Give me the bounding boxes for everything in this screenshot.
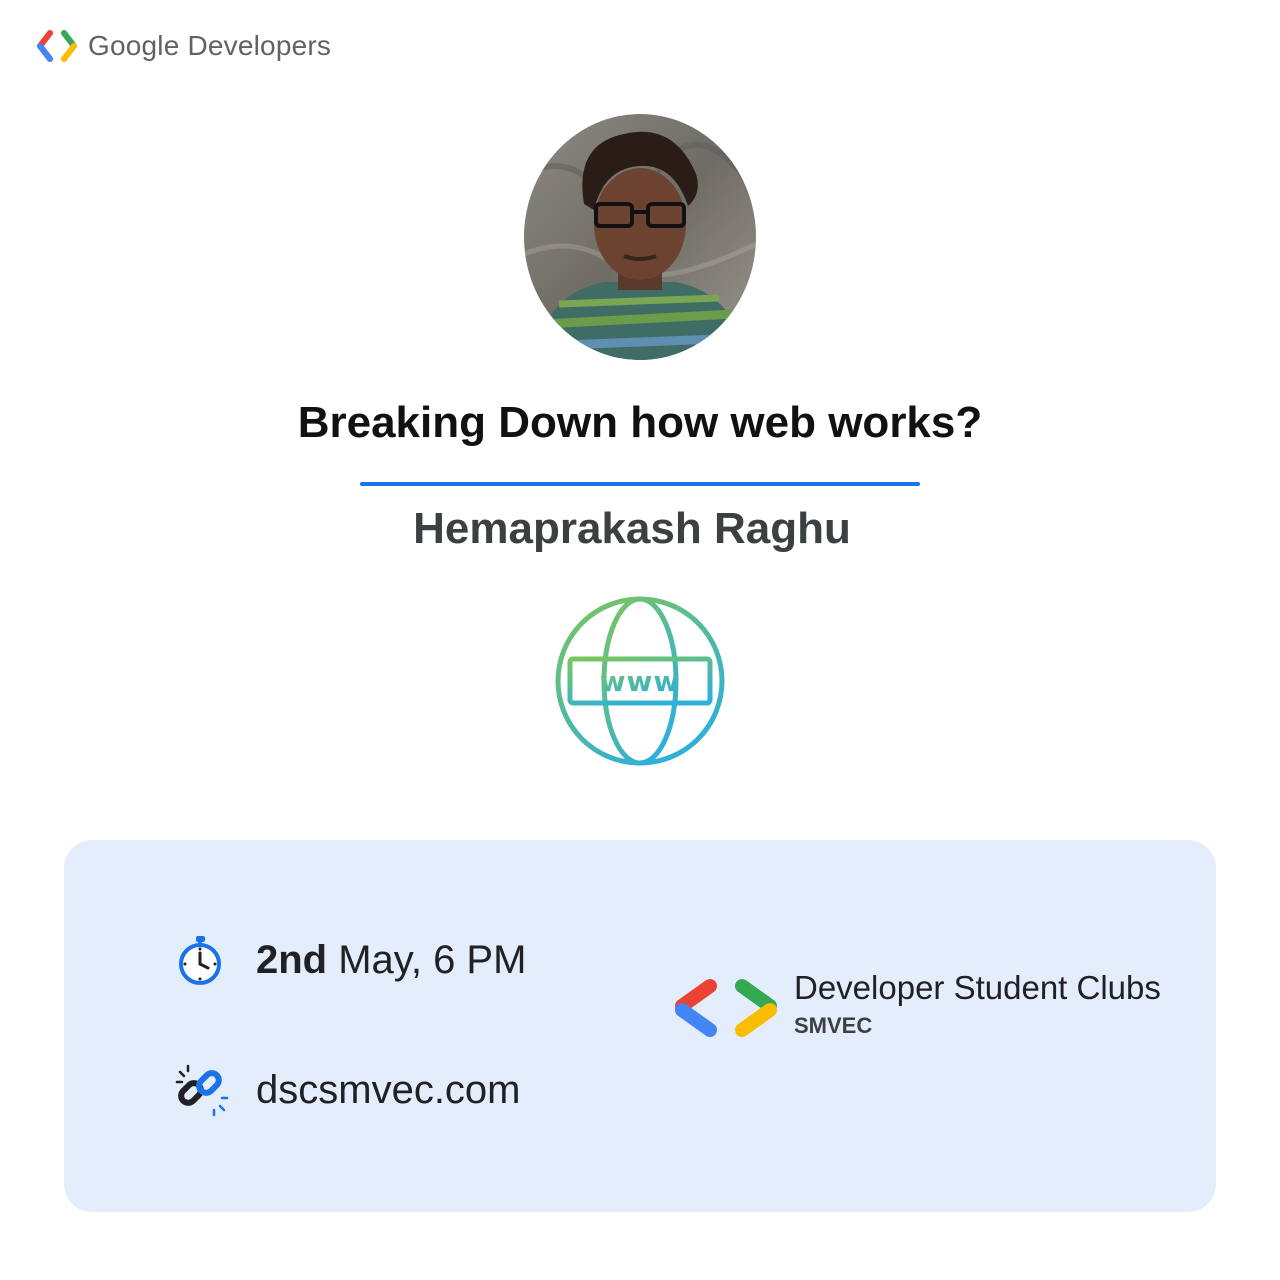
google-developers-logo-icon bbox=[37, 30, 77, 62]
globe-www-icon: www bbox=[555, 596, 725, 766]
event-link[interactable]: dscsmvec.com bbox=[256, 1068, 521, 1113]
date-row: 2nd May, 6 PM bbox=[174, 932, 526, 988]
speaker-name: Hemaprakash Raghu bbox=[413, 504, 851, 553]
link-row[interactable]: dscsmvec.com bbox=[174, 1062, 521, 1118]
stopwatch-icon bbox=[179, 936, 221, 985]
talk-title: Breaking Down how web works? bbox=[297, 398, 983, 447]
speaker-avatar bbox=[524, 114, 756, 360]
club-text: Developer Student Clubs SMVEC bbox=[794, 969, 1161, 1039]
club-badge: Developer Student Clubs SMVEC bbox=[670, 969, 1161, 1040]
link-icon bbox=[175, 1064, 229, 1117]
brand: Google Developers bbox=[36, 28, 331, 64]
event-date-day: 2nd bbox=[256, 937, 328, 982]
dsc-logo-icon bbox=[675, 979, 777, 1037]
event-date: 2nd May, 6 PM bbox=[256, 938, 526, 983]
brand-text: Google Developers bbox=[88, 30, 332, 61]
title-divider bbox=[360, 482, 920, 486]
event-date-rest: May, 6 PM bbox=[327, 937, 527, 982]
info-panel: 2nd May, 6 PM dscsmvec.com Developer Stu… bbox=[64, 840, 1216, 1212]
club-name: Developer Student Clubs bbox=[794, 969, 1161, 1006]
club-chapter: SMVEC bbox=[794, 1013, 873, 1038]
svg-text:www: www bbox=[600, 665, 681, 698]
